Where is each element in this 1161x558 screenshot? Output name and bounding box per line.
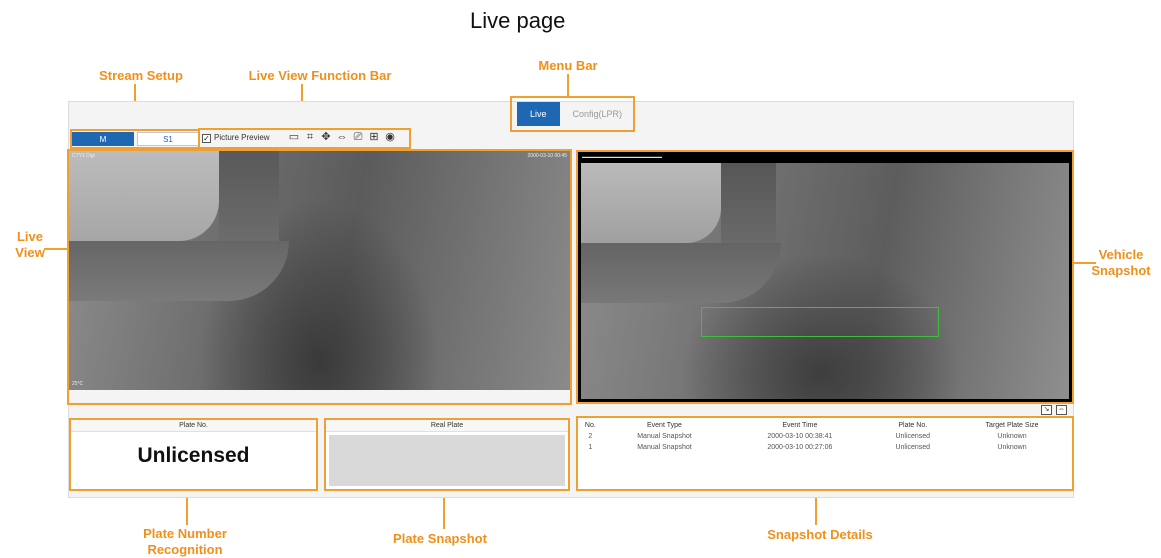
callout-live-view: Live View [15, 229, 45, 260]
snapshot-table: No. Event Type Event Time Plate No. Targ… [578, 420, 1072, 453]
osd-top-right: 2000-03-10 00:45 [527, 153, 567, 159]
cell-event-type: Manual Snapshot [637, 433, 692, 440]
select-icon[interactable]: ↘ [1041, 405, 1052, 415]
page-title: Live page [470, 8, 566, 33]
cell-plate-no: Unlicensed [895, 444, 931, 451]
col-plate-no: Plate No. [898, 422, 928, 429]
callout-live-view-function-bar: Live View Function Bar [248, 68, 392, 83]
scene-ledge [581, 243, 781, 303]
leader-line [1074, 262, 1096, 264]
plate-number-header: Plate No. [71, 420, 316, 432]
col-no: No. [584, 422, 596, 429]
plate-number-value: Unlicensed [137, 444, 250, 467]
cell-target-plate-size: Unknown [997, 433, 1027, 440]
detection-box [701, 307, 939, 337]
cell-event-time: 2000-03-10 00:27:06 [767, 444, 833, 451]
cell-plate-no: Unlicensed [895, 433, 931, 440]
osd-bottom-left: 25°C [72, 381, 84, 387]
callout-plate-snapshot: Plate Snapshot [393, 531, 487, 546]
menu-bar-highlight [510, 96, 635, 132]
live-view-video[interactable]: CTY1 Digi 2000-03-10 00:45 25°C [69, 151, 570, 390]
callout-snapshot-details: Snapshot Details [767, 527, 873, 542]
function-bar-highlight [198, 128, 411, 149]
scene-wall [69, 151, 219, 241]
osd-top-left: CTY1 Digi [72, 153, 95, 159]
plate-snapshot-panel: Real Plate [324, 418, 570, 491]
stream-setup-highlight [70, 129, 200, 149]
cell-event-type: Manual Snapshot [637, 444, 692, 451]
fit-width-icon[interactable]: ⇔ [1056, 405, 1067, 415]
cell-no: 2 [588, 433, 593, 440]
leader-line [44, 248, 68, 250]
scene-shade [721, 163, 776, 243]
plate-number-panel: Plate No. Unlicensed [69, 418, 318, 491]
scene-shade [219, 151, 279, 241]
real-plate-header: Real Plate [326, 420, 568, 432]
callout-stream-setup: Stream Setup [99, 68, 183, 83]
col-target-plate-size: Target Plate Size [985, 422, 1039, 429]
cell-event-time: 2000-03-10 00:38:41 [767, 433, 833, 440]
callout-menu-bar: Menu Bar [538, 58, 598, 73]
leader-line [567, 74, 569, 96]
col-event-time: Event Time [782, 422, 818, 429]
vehicle-snapshot-image[interactable]: ▬▬▬▬▬▬▬▬▬▬▬▬▬▬▬▬▬▬▬▬ [576, 150, 1074, 404]
snapshot-details-panel: No. Event Type Event Time Plate No. Targ… [576, 416, 1074, 491]
table-row[interactable]: 1 Manual Snapshot 2000-03-10 00:27:06 Un… [578, 442, 1072, 453]
callout-vehicle-snapshot: Vehicle Snapshot [1091, 247, 1151, 278]
col-event-type: Event Type [647, 422, 682, 429]
snapshot-scene [581, 163, 1069, 399]
cell-no: 1 [588, 444, 593, 451]
scene-ledge [69, 241, 289, 301]
plate-snapshot-image [329, 435, 565, 486]
callout-plate-number-recognition: Plate Number Recognition [143, 526, 227, 557]
table-row[interactable]: 2 Manual Snapshot 2000-03-10 00:38:41 Un… [578, 431, 1072, 442]
live-page-diagram: Live page Stream Setup Live View Functio… [0, 0, 1161, 558]
scene-wall [581, 163, 721, 243]
table-header-row: No. Event Type Event Time Plate No. Targ… [578, 420, 1072, 431]
cell-target-plate-size: Unknown [997, 444, 1027, 451]
snapshot-caption: ▬▬▬▬▬▬▬▬▬▬▬▬▬▬▬▬▬▬▬▬ [582, 154, 662, 159]
